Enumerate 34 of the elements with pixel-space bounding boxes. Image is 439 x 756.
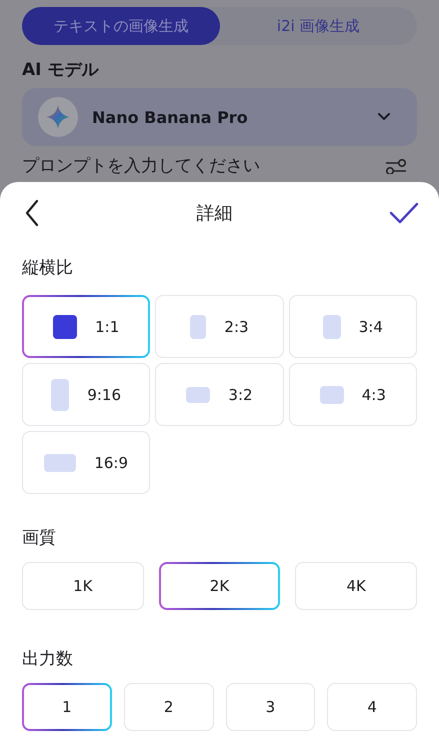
ratio-shape-icon <box>322 314 341 338</box>
sheet-title: 詳細 <box>196 202 232 225</box>
ratio-shape-icon <box>190 314 206 338</box>
sparkle-logo-icon <box>38 97 78 137</box>
check-icon[interactable] <box>389 201 419 225</box>
prompt-label: プロンプトを入力してください <box>22 156 260 176</box>
ratio-shape-icon <box>53 314 78 338</box>
quality-option[interactable]: 4K <box>295 562 417 610</box>
aspect-ratio-option[interactable]: 2:3 <box>155 295 284 358</box>
count-option[interactable]: 2 <box>124 683 214 731</box>
ratio-shape-icon <box>186 386 210 402</box>
quality-option[interactable]: 1K <box>22 562 144 610</box>
section-label: AI モデル <box>22 59 100 81</box>
ratio-shape-icon <box>44 454 76 472</box>
count-option[interactable]: 4 <box>327 683 417 731</box>
sliders-icon[interactable] <box>385 158 407 174</box>
section-label: 出力数 <box>22 648 74 670</box>
aspect-ratio-option[interactable]: 3:2 <box>155 363 284 426</box>
aspect-ratio-option[interactable]: 9:16 <box>22 363 150 426</box>
section-label: 画質 <box>22 527 57 549</box>
aspect-ratio-option[interactable]: 4:3 <box>288 363 417 426</box>
model-dropdown[interactable]: Nano Banana Pro <box>22 88 417 146</box>
back-icon[interactable] <box>24 199 40 227</box>
section-label: 縦横比 <box>22 257 74 279</box>
ratio-shape-icon <box>51 378 70 410</box>
ratio-shape-icon <box>320 386 344 404</box>
aspect-ratio-option[interactable]: 3:4 <box>288 295 417 358</box>
count-option[interactable]: 1 <box>22 683 112 731</box>
tab[interactable]: テキストの画像生成 <box>22 7 220 45</box>
aspect-ratio-option[interactable]: 16:9 <box>22 431 150 494</box>
aspect-ratio-option[interactable]: 1:1 <box>22 295 150 358</box>
chevron-down-icon <box>377 112 391 122</box>
quality-option[interactable]: 2K <box>158 562 280 610</box>
count-option[interactable]: 3 <box>226 683 316 731</box>
